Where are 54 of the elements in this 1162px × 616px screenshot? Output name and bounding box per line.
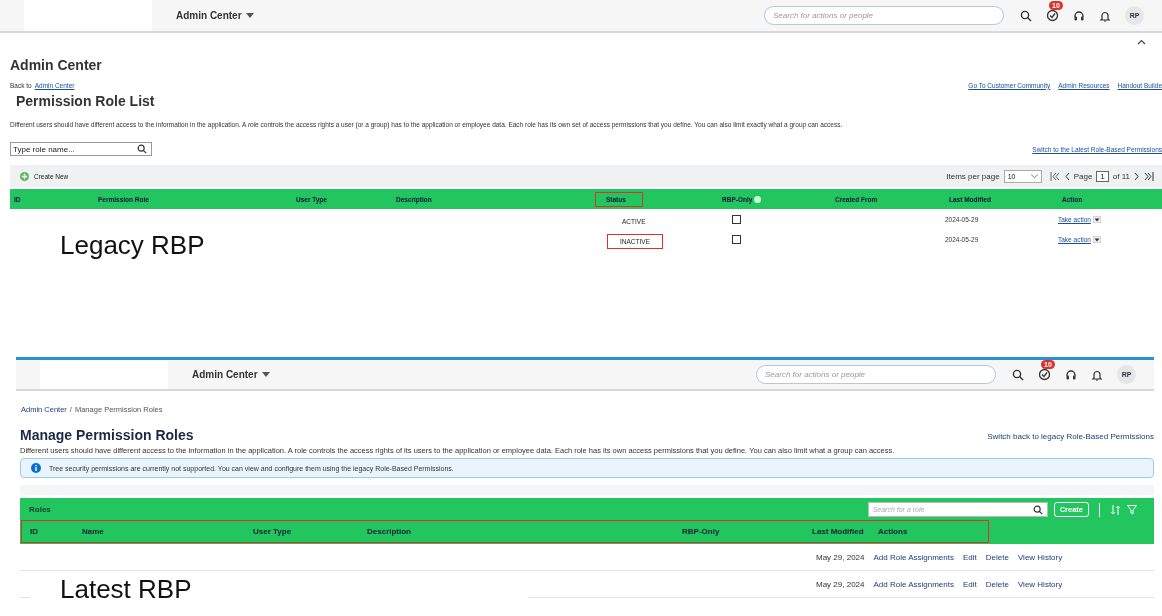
page-field[interactable]: 1 — [1096, 170, 1109, 182]
table-title: Roles — [29, 505, 51, 514]
page-title: Manage Permission Roles — [20, 427, 194, 443]
chevron-up-icon[interactable] — [1137, 39, 1146, 45]
search-field[interactable]: Search for actions or people — [764, 6, 1004, 25]
search-icon[interactable] — [1020, 9, 1032, 22]
action-link[interactable]: View History — [1017, 552, 1063, 562]
column-header[interactable]: Last Modified — [812, 527, 864, 536]
items-per-page-label: Items per page — [946, 171, 1000, 181]
dropdown-icon[interactable] — [1092, 215, 1101, 223]
column-header[interactable]: RBP-Only — [682, 527, 720, 536]
date-cell: May 29, 2024 — [816, 552, 865, 562]
search-icon[interactable] — [1012, 368, 1024, 381]
search-icon — [137, 144, 147, 154]
caret-icon — [245, 12, 254, 19]
action-link[interactable]: Delete — [985, 579, 1009, 589]
action-link[interactable]: Delete — [985, 552, 1009, 562]
caret-icon — [261, 371, 270, 378]
headset-icon[interactable] — [1073, 9, 1085, 22]
admin-center-menu[interactable]: Admin Center — [192, 369, 270, 380]
column-header[interactable]: Actions — [878, 527, 908, 536]
column-header[interactable]: Name — [82, 527, 104, 536]
previous-page-icon[interactable] — [1063, 171, 1070, 181]
column-header[interactable]: User Type — [253, 527, 292, 536]
page-label: Page — [1073, 171, 1093, 181]
page-title: Admin Center — [9, 56, 103, 75]
action-link[interactable]: Add Role Assignments — [873, 552, 954, 562]
column-header[interactable]: ID — [30, 527, 38, 536]
first-page-icon[interactable] — [1049, 171, 1060, 181]
role-search-field[interactable]: Type role name... — [10, 142, 152, 156]
page-heading: Permission Role List — [15, 92, 156, 109]
last-page-icon[interactable] — [1144, 171, 1154, 181]
rbp-only-checkbox[interactable] — [732, 215, 741, 224]
action-link[interactable]: View History — [1017, 579, 1063, 589]
next-page-icon[interactable] — [1134, 171, 1140, 181]
headset-icon[interactable] — [1065, 368, 1077, 381]
action-link[interactable]: Edit — [963, 579, 977, 589]
caret-icon — [1030, 173, 1038, 179]
bell-icon[interactable] — [1091, 368, 1103, 381]
admin-center-menu[interactable]: Admin Center — [176, 10, 254, 21]
plus-circle-icon — [20, 171, 29, 181]
dropdown-icon[interactable] — [1092, 235, 1101, 243]
page-total: of 11 — [1112, 171, 1130, 181]
action-link[interactable]: Edit — [963, 552, 977, 562]
search-field[interactable]: Search for actions or people — [756, 365, 996, 384]
search-icon — [1032, 504, 1043, 515]
switch-legacy-link[interactable]: Switch back to legacy Role-Based Permissions — [987, 432, 1154, 443]
date-cell: May 29, 2024 — [816, 579, 865, 589]
bell-icon[interactable] — [1099, 9, 1111, 22]
rbp-only-checkbox[interactable] — [732, 235, 741, 244]
check-circle-icon[interactable] — [1046, 9, 1059, 22]
action-link[interactable]: Add Role Assignments — [873, 579, 954, 589]
check-circle-icon[interactable] — [1038, 368, 1051, 381]
column-header[interactable]: Description — [367, 527, 411, 536]
